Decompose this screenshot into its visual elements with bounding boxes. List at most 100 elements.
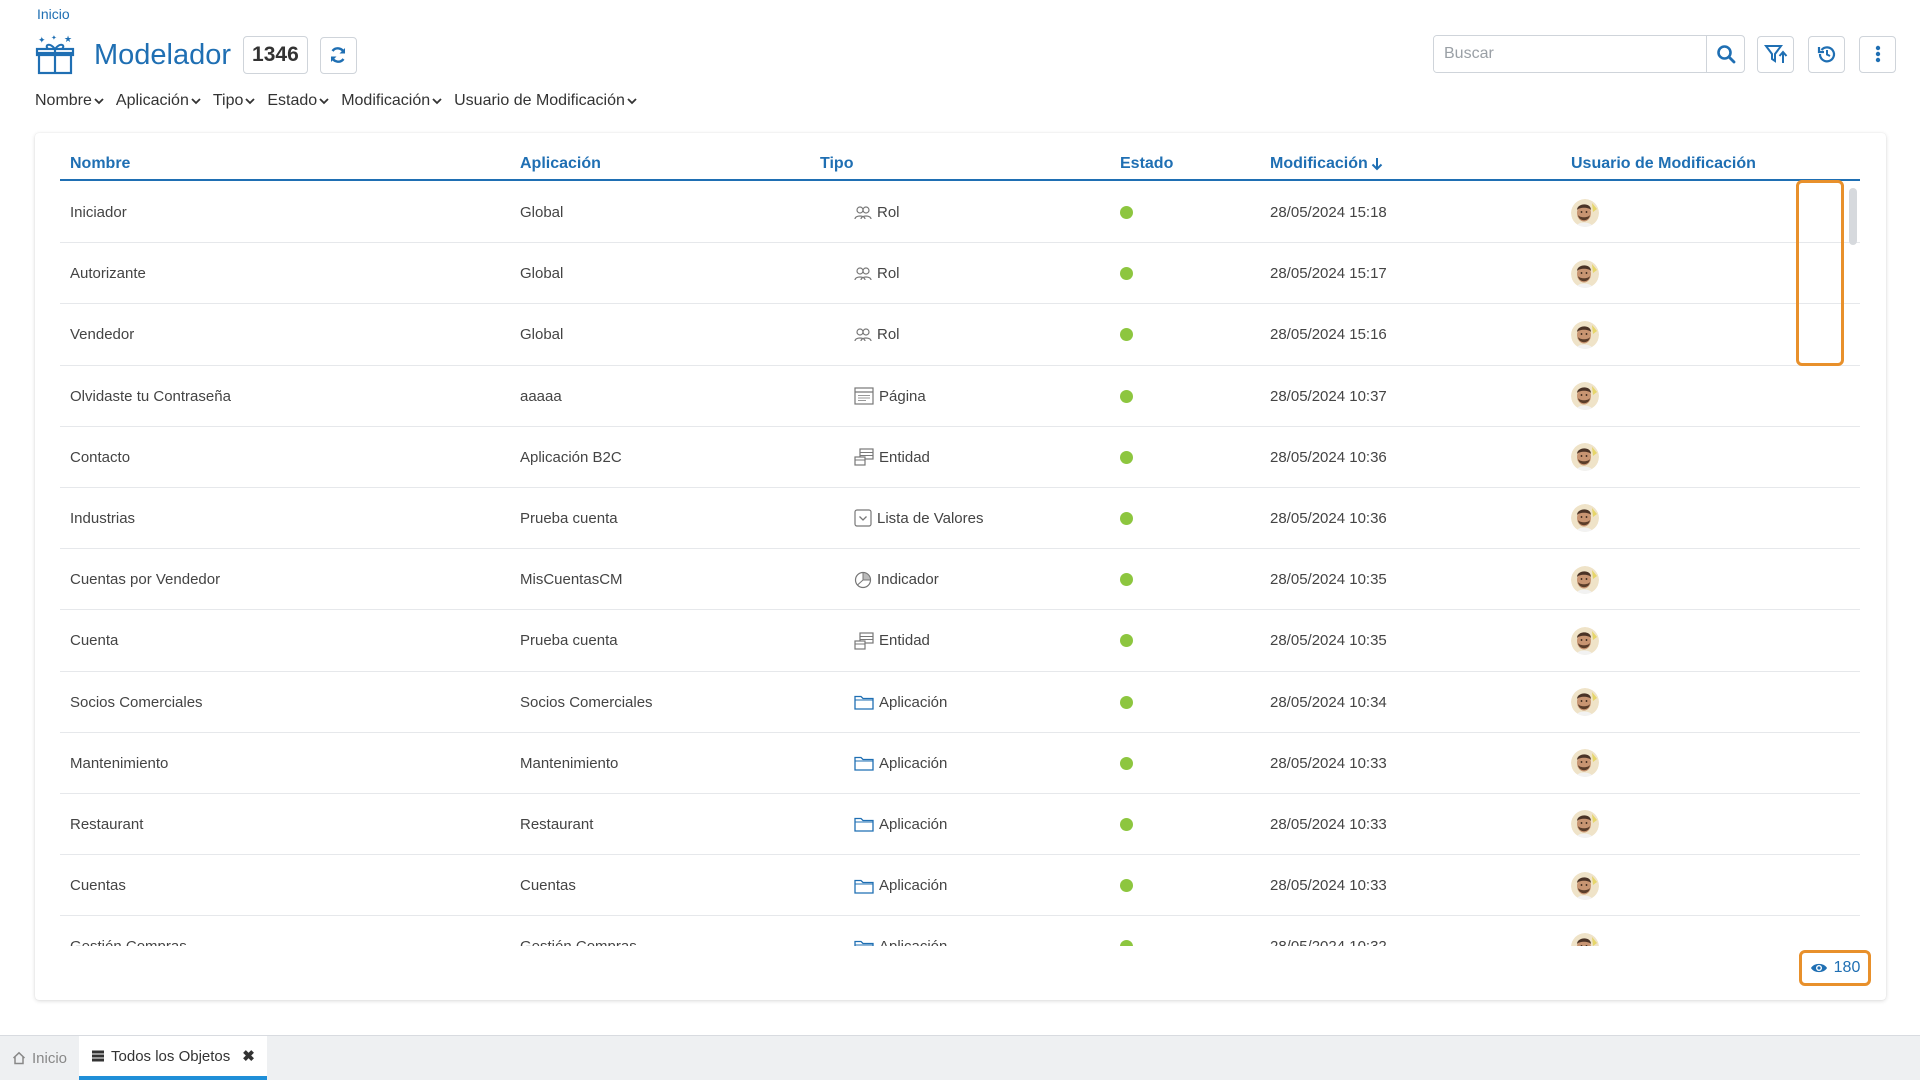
history-button[interactable]: [1808, 35, 1845, 73]
search-button[interactable]: [1706, 36, 1744, 72]
chevron-down-icon: [432, 98, 442, 105]
table-row[interactable]: Cuentas por Vendedor MisCuentasCM Indicado…: [60, 549, 1860, 611]
bottom-tab-inicio[interactable]: Inicio: [0, 1036, 79, 1080]
entity-icon: [854, 632, 874, 650]
filter-label: Estado: [267, 92, 318, 109]
status-active-dot: [1120, 328, 1133, 342]
cell-tipo-label: Aplicación: [879, 754, 948, 772]
folder-icon: [854, 816, 874, 833]
table-row[interactable]: Mantenimiento Mantenimiento Aplicación 28/0…: [60, 733, 1860, 794]
breadcrumb-home[interactable]: Inicio: [37, 6, 70, 22]
cell-aplicacion: aaaaa: [520, 387, 562, 405]
cell-nombre: Gestión Compras: [70, 916, 187, 946]
tab-label: Todos los Objetos: [111, 1047, 231, 1065]
user-avatar[interactable]: [1571, 198, 1599, 227]
cell-modificacion: 28/05/2024 10:37: [1270, 387, 1387, 405]
page-title: Modelador: [94, 38, 232, 71]
column-header-tipo[interactable]: Tipo: [820, 155, 853, 173]
table-row[interactable]: Autorizante Global Rol 28/05/2024 15:17: [60, 243, 1860, 305]
cell-aplicacion: Global: [520, 265, 564, 283]
user-avatar[interactable]: [1571, 871, 1599, 900]
search-input[interactable]: [1434, 36, 1706, 72]
filter-modificacion[interactable]: Modificación: [341, 92, 442, 110]
cell-tipo: Rol: [854, 243, 900, 304]
cell-usuario: [1571, 549, 1599, 610]
filter-usuario-modificacion[interactable]: Usuario de Modificación: [454, 92, 637, 110]
status-active-dot: [1120, 573, 1133, 587]
table-row[interactable]: Gestión Compras Gestión Compras Aplicación…: [60, 916, 1860, 946]
table-scrollbar[interactable]: [1849, 188, 1857, 245]
user-avatar[interactable]: [1571, 688, 1599, 716]
modeler-page: Inicio ✦ ✦ ★ Modelador 1346 Buscar Nombr…: [0, 0, 1920, 1035]
table-row[interactable]: Cuentas Cuentas Aplicación 28/05/2024 10:33: [60, 855, 1860, 917]
cell-usuario: [1571, 366, 1599, 427]
cell-modificacion: 28/05/2024 10:34: [1270, 693, 1387, 711]
bottom-tab-todos-los-objetos[interactable]: Todos los Objetos ✖: [79, 1036, 267, 1080]
table-row[interactable]: Cuenta Prueba cuenta Entidad 28/05/2024 10:…: [60, 610, 1860, 672]
cell-tipo: Aplicación: [854, 916, 947, 946]
filter-estado[interactable]: Estado: [267, 92, 329, 110]
user-avatar[interactable]: [1571, 749, 1599, 778]
cell-estado: [1120, 855, 1133, 916]
status-active-dot: [1120, 817, 1133, 831]
user-avatar[interactable]: [1571, 443, 1599, 472]
more-options-button[interactable]: [1859, 35, 1896, 73]
cell-estado: [1120, 610, 1133, 671]
table-row[interactable]: Industrias Prueba cuenta Lista de Valores 2…: [60, 488, 1860, 550]
filter-aplicacion[interactable]: Aplicación: [116, 92, 201, 110]
close-tab-icon[interactable]: ✖: [242, 1047, 255, 1065]
filter-label: Usuario de Modificación: [454, 92, 625, 109]
cell-estado: [1120, 366, 1133, 427]
filter-button[interactable]: [1757, 35, 1794, 73]
cell-tipo-label: Rol: [877, 326, 900, 344]
user-avatar[interactable]: [1571, 565, 1599, 594]
cell-usuario: [1571, 243, 1599, 304]
user-avatar[interactable]: [1571, 504, 1599, 533]
column-header-estado[interactable]: Estado: [1120, 155, 1173, 173]
cell-tipo-label: Entidad: [879, 448, 930, 466]
cell-aplicacion: Prueba cuenta: [520, 509, 618, 527]
cell-estado: [1120, 427, 1133, 488]
filter-label: Aplicación: [115, 92, 189, 109]
user-avatar[interactable]: [1571, 320, 1599, 349]
table-row[interactable]: Contacto Aplicación B2C Entidad 28/05/2024 …: [60, 427, 1860, 488]
table-row[interactable]: Restaurant Restaurant Aplicación 28/05/2024…: [60, 794, 1860, 856]
user-avatar[interactable]: [1571, 932, 1599, 946]
cell-estado: [1120, 182, 1133, 243]
cell-usuario: [1571, 672, 1599, 733]
status-active-dot: [1120, 389, 1133, 403]
status-active-dot: [1120, 940, 1133, 946]
user-avatar[interactable]: [1571, 810, 1599, 839]
cell-nombre: Olvidaste tu Contraseña: [70, 387, 231, 405]
cell-usuario: [1571, 304, 1599, 365]
cell-tipo: Lista de Valores: [854, 488, 983, 549]
cell-modificacion: 28/05/2024 10:36: [1270, 509, 1387, 527]
cell-aplicacion: Restaurant: [520, 815, 594, 833]
column-header-nombre[interactable]: Nombre: [70, 155, 130, 173]
user-avatar[interactable]: [1571, 626, 1599, 655]
column-header-modificacion[interactable]: Modificación: [1270, 155, 1383, 173]
cell-estado: [1120, 304, 1133, 365]
user-avatar[interactable]: [1571, 382, 1599, 411]
view-count-badge[interactable]: 180: [1799, 950, 1871, 986]
table-row[interactable]: Iniciador Global Rol 28/05/2024 15:18: [60, 182, 1860, 244]
filter-tipo[interactable]: Tipo: [213, 92, 256, 110]
cell-tipo-label: Página: [879, 387, 926, 405]
cell-nombre: Restaurant: [70, 815, 144, 833]
table-row[interactable]: Socios Comerciales Socios Comerciales Apli…: [60, 672, 1860, 733]
folder-icon: [854, 755, 874, 771]
cell-nombre: Cuenta: [70, 632, 119, 650]
column-header-usuario-modificacion[interactable]: Usuario de Modificación: [1571, 155, 1756, 173]
cell-nombre: Mantenimiento: [70, 754, 169, 772]
cell-aplicacion: Mantenimiento: [520, 754, 619, 772]
table-row[interactable]: Vendedor Global Rol 28/05/2024 15:16: [60, 304, 1860, 366]
cell-modificacion: 28/05/2024 15:16: [1270, 326, 1387, 344]
user-avatar[interactable]: [1571, 259, 1599, 288]
column-header-aplicacion[interactable]: Aplicación: [520, 155, 601, 173]
filter-nombre[interactable]: Nombre: [35, 92, 104, 110]
cell-estado: [1120, 488, 1133, 549]
indicator-icon: [854, 571, 872, 589]
status-active-dot: [1120, 879, 1133, 893]
refresh-button[interactable]: [319, 36, 357, 74]
table-row[interactable]: Olvidaste tu Contraseña aaaaa Página 28/05/…: [60, 366, 1860, 427]
